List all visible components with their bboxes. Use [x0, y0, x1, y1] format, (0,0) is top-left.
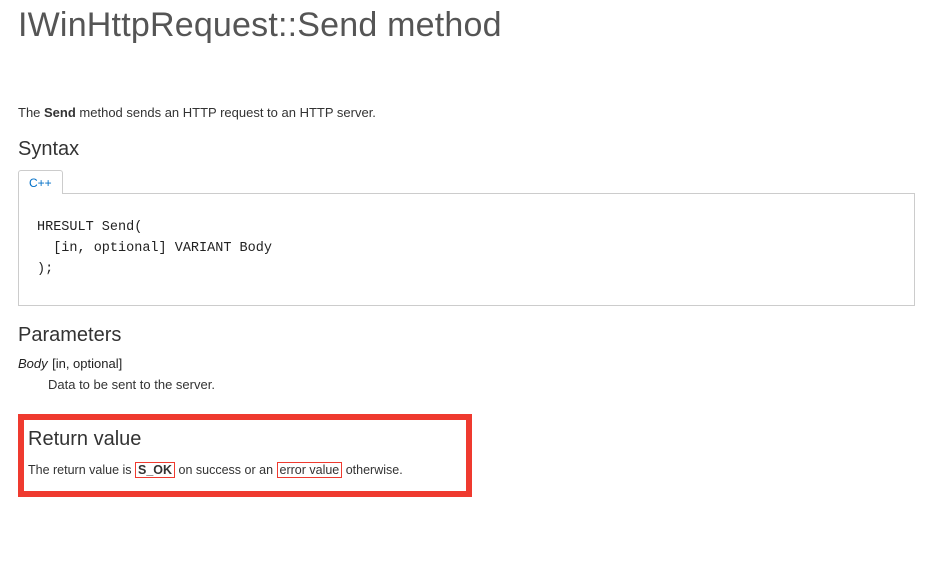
param-desc: Data to be sent to the server.	[48, 377, 915, 392]
syntax-tabstrip: C++	[18, 169, 915, 194]
return-heading: Return value	[28, 428, 456, 451]
return-error-token: error value	[277, 462, 343, 478]
intro-bold: Send	[44, 105, 76, 120]
syntax-code: HRESULT Send( [in, optional] VARIANT Bod…	[18, 194, 915, 306]
parameters-heading: Parameters	[18, 324, 915, 347]
syntax-heading: Syntax	[18, 138, 915, 161]
page-title: IWinHttpRequest::Send method	[18, 6, 915, 45]
tab-cpp[interactable]: C++	[18, 170, 63, 194]
return-mid: on success or an	[175, 463, 276, 477]
intro-prefix: The	[18, 105, 44, 120]
intro-suffix: method sends an HTTP request to an HTTP …	[76, 105, 376, 120]
param-row: Body [in, optional] Data to be sent to t…	[18, 355, 915, 392]
param-attrs: [in, optional]	[52, 356, 122, 371]
return-text: The return value is S_OK on success or a…	[28, 463, 456, 477]
return-suffix: otherwise.	[342, 463, 402, 477]
return-prefix: The return value is	[28, 463, 135, 477]
return-ok-token: S_OK	[135, 462, 175, 478]
intro-text: The Send method sends an HTTP request to…	[18, 105, 915, 120]
return-value-highlight: Return value The return value is S_OK on…	[18, 414, 472, 497]
param-name: Body	[18, 356, 48, 371]
